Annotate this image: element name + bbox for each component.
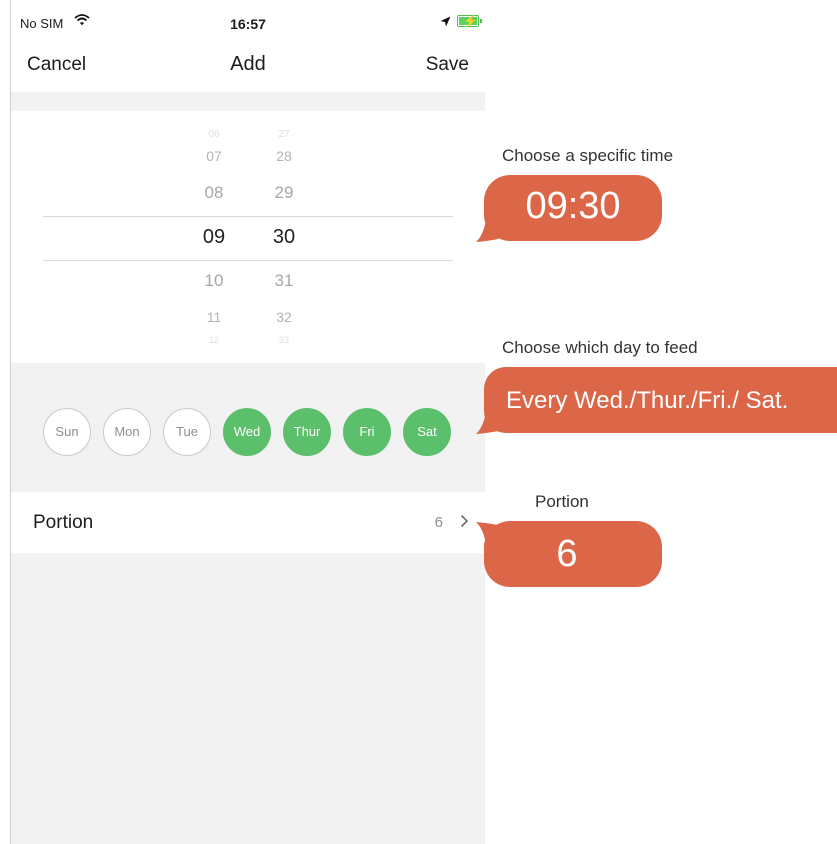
minute-option[interactable]: 29	[254, 183, 314, 203]
selected-hour[interactable]: 09	[184, 226, 244, 249]
day-callout-value: Every Wed./Thur./Fri./ Sat.	[506, 387, 789, 414]
portion-row[interactable]: Portion 6	[11, 492, 485, 553]
time-callout-value: 09:30	[525, 185, 621, 227]
portion-value: 6	[434, 514, 443, 531]
day-callout: Every Wed./Thur./Fri./ Sat.	[484, 367, 837, 433]
minute-option[interactable]: 33	[254, 335, 314, 345]
day-wed-button[interactable]: Wed	[223, 408, 271, 456]
weekday-selector: Sun Mon Tue Wed Thur Fri Sat	[11, 363, 485, 492]
day-mon-button[interactable]: Mon	[103, 408, 151, 456]
phone-screen: No SIM 16:57 ⚡ Cancel Add Save 06 07 08 …	[10, 0, 485, 844]
hour-option[interactable]: 11	[184, 309, 244, 325]
hour-option[interactable]: 06	[184, 129, 244, 140]
minute-option[interactable]: 28	[254, 148, 314, 164]
battery-charging-icon: ⚡	[457, 14, 482, 28]
selection-divider-top	[43, 216, 453, 217]
portion-label: Portion	[33, 512, 94, 533]
portion-callout-caption: Portion	[535, 492, 589, 511]
selection-divider-bottom	[43, 260, 453, 261]
page-title: Add	[230, 53, 266, 75]
time-picker[interactable]: 06 07 08 09 10 11 12 27 28 29 30 31 32 3…	[11, 111, 485, 363]
day-fri-button[interactable]: Fri	[343, 408, 391, 456]
location-arrow-icon	[440, 15, 451, 30]
status-time: 16:57	[230, 16, 266, 32]
time-callout-caption: Choose a specific time	[502, 146, 674, 165]
selected-minute[interactable]: 30	[254, 226, 314, 249]
chevron-right-icon	[460, 514, 469, 533]
day-callout-caption: Choose which day to feed	[502, 338, 698, 357]
hour-option[interactable]: 07	[184, 148, 244, 164]
day-sat-button[interactable]: Sat	[403, 408, 451, 456]
day-thur-button[interactable]: Thur	[283, 408, 331, 456]
hour-option[interactable]: 12	[184, 335, 244, 345]
minute-option[interactable]: 31	[254, 271, 314, 291]
day-tue-button[interactable]: Tue	[163, 408, 211, 456]
portion-callout: 6	[484, 521, 662, 587]
day-sun-button[interactable]: Sun	[43, 408, 91, 456]
hour-option[interactable]: 10	[184, 271, 244, 291]
hour-option[interactable]: 08	[184, 183, 244, 203]
minute-option[interactable]: 32	[254, 309, 314, 325]
time-callout: 09:30	[484, 175, 662, 241]
portion-callout-value: 6	[556, 533, 578, 575]
save-button[interactable]: Save	[426, 54, 469, 76]
minute-option[interactable]: 27	[254, 129, 314, 140]
status-bar: No SIM 16:57 ⚡	[11, 0, 485, 44]
navigation-bar: Cancel Add Save	[11, 44, 485, 92]
